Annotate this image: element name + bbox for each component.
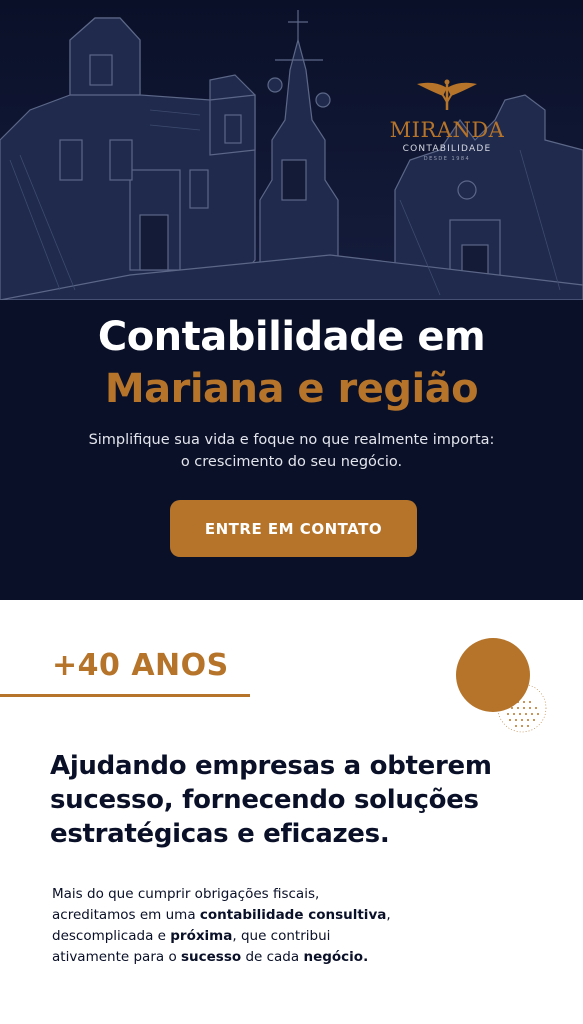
years-underline [0, 694, 250, 697]
body-text: descomplicada e [52, 928, 171, 944]
body-emphasis: contabilidade consultiva [199, 907, 387, 923]
years-heading: +40 ANOS [52, 648, 229, 683]
body-text: ativamente para o [52, 949, 181, 965]
about-body-line3: descomplicada e próxima, que contribui [52, 926, 452, 947]
about-body-line4: ativamente para o sucesso de cada negóci… [52, 947, 452, 968]
brand-subtitle: CONTABILIDADE [402, 144, 492, 154]
about-body-line1: Mais do que cumprir obrigações fiscais, [52, 886, 320, 902]
hero-title-line2: Mariana e região [104, 366, 479, 412]
decorative-circles [456, 638, 547, 733]
caduceus-wings-icon [417, 79, 477, 110]
body-text: de cada [241, 949, 304, 965]
body-text: acreditamos em uma [52, 907, 200, 923]
hero-subtitle-line2: o crescimento do seu negócio. [180, 454, 403, 470]
body-text: , [386, 907, 391, 923]
about-headline-line1: Ajudando empresas a obterem [50, 751, 492, 781]
hero-title-line1: Contabilidade em [97, 314, 486, 360]
body-emphasis: negócio. [303, 949, 369, 965]
about-headline-line3: estratégicas e eficazes. [50, 819, 390, 849]
hero-section: MIRANDA CONTABILIDADE DESDE 1984 Contabi… [0, 0, 583, 600]
body-emphasis: próxima [170, 928, 233, 944]
hero-subtitle: Simplifique sua vida e foque no que real… [40, 429, 543, 473]
brand-since: DESDE 1984 [423, 156, 471, 162]
about-headline-line2: sucesso, fornecendo soluções [50, 785, 479, 815]
hero-subtitle-line1: Simplifique sua vida e foque no que real… [88, 432, 495, 448]
body-text: , que contribui [232, 928, 331, 944]
contact-button[interactable]: ENTRE EM CONTATO [170, 500, 417, 557]
about-body-line2: acreditamos em uma contabilidade consult… [52, 905, 452, 926]
brand-logo: MIRANDA CONTABILIDADE DESDE 1984 [384, 78, 510, 162]
about-headline: Ajudando empresas a obterem sucesso, for… [50, 749, 530, 851]
brand-name: MIRANDA [389, 118, 505, 142]
about-body: Mais do que cumprir obrigações fiscais, … [52, 884, 452, 968]
body-emphasis: sucesso [181, 949, 242, 965]
